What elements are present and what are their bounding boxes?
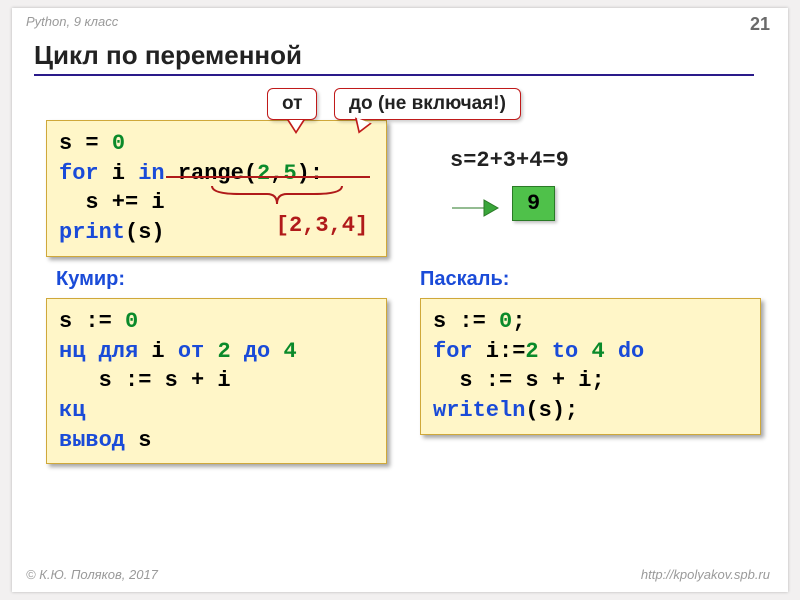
code-text: i:= [473, 339, 526, 364]
page-number: 21 [750, 14, 770, 35]
result-box: 9 [512, 186, 555, 221]
code-literal: 2 [257, 161, 270, 186]
code-literal: 0 [499, 309, 512, 334]
arrow-icon [450, 194, 500, 227]
range-values: [2,3,4] [262, 213, 382, 238]
code-keyword: до [244, 339, 270, 364]
code-keyword: кц [59, 398, 85, 423]
code-text: ; [512, 309, 525, 334]
label-kumir: Кумир: [56, 268, 125, 291]
range-brace [210, 184, 344, 206]
code-keyword: writeln [433, 398, 525, 423]
callout-from-tail [287, 120, 305, 134]
footer-url: http://kpolyakov.spb.ru [641, 567, 770, 582]
code-text: i [138, 339, 178, 364]
callout-to: до (не включая!) [334, 88, 521, 120]
code-text [231, 339, 244, 364]
code-text [578, 339, 591, 364]
pascal-code-box: s := 0; for i:=2 to 4 do s := s + i; wri… [420, 298, 761, 435]
code-text: s := [433, 309, 499, 334]
code-literal: 2 [525, 339, 538, 364]
code-text: , [270, 161, 283, 186]
code-literal: 4 [591, 339, 604, 364]
code-text: ): [297, 161, 323, 186]
code-literal: 0 [125, 309, 138, 334]
label-pascal: Паскаль: [420, 268, 509, 291]
code-text: s := s + i [59, 368, 231, 393]
code-keyword: нц для [59, 339, 138, 364]
code-text [605, 339, 618, 364]
code-keyword: от [178, 339, 204, 364]
footer-copyright: © К.Ю. Поляков, 2017 [26, 567, 158, 582]
header-subject: Python, 9 класс [26, 14, 118, 29]
code-text: i [99, 161, 139, 186]
code-keyword: print [59, 220, 125, 245]
code-literal: 0 [112, 131, 125, 156]
code-text: (s); [525, 398, 578, 423]
code-text: s += i [59, 190, 165, 215]
code-text: s := s + i; [433, 368, 605, 393]
code-literal: 4 [283, 339, 296, 364]
code-text [270, 339, 283, 364]
code-text: s := [59, 309, 125, 334]
code-keyword: in [138, 161, 164, 186]
title-underline [34, 74, 754, 76]
slide-title: Цикл по переменной [34, 40, 302, 71]
code-literal: 2 [217, 339, 230, 364]
range-underline [166, 176, 370, 178]
code-text [204, 339, 217, 364]
code-text [539, 339, 552, 364]
code-keyword: do [618, 339, 644, 364]
equation-text: s=2+3+4=9 [450, 148, 569, 173]
callout-from: от [267, 88, 317, 120]
code-text: range( [165, 161, 257, 186]
code-keyword: for [59, 161, 99, 186]
code-text: s [125, 428, 151, 453]
code-literal: 5 [283, 161, 296, 186]
code-keyword: to [552, 339, 578, 364]
kumir-code-box: s := 0 нц для i от 2 до 4 s := s + i кц … [46, 298, 387, 464]
code-text: (s) [125, 220, 165, 245]
code-text: s = [59, 131, 112, 156]
code-keyword: for [433, 339, 473, 364]
slide: Python, 9 класс 21 Цикл по переменной s … [12, 8, 788, 592]
code-keyword: вывод [59, 428, 125, 453]
